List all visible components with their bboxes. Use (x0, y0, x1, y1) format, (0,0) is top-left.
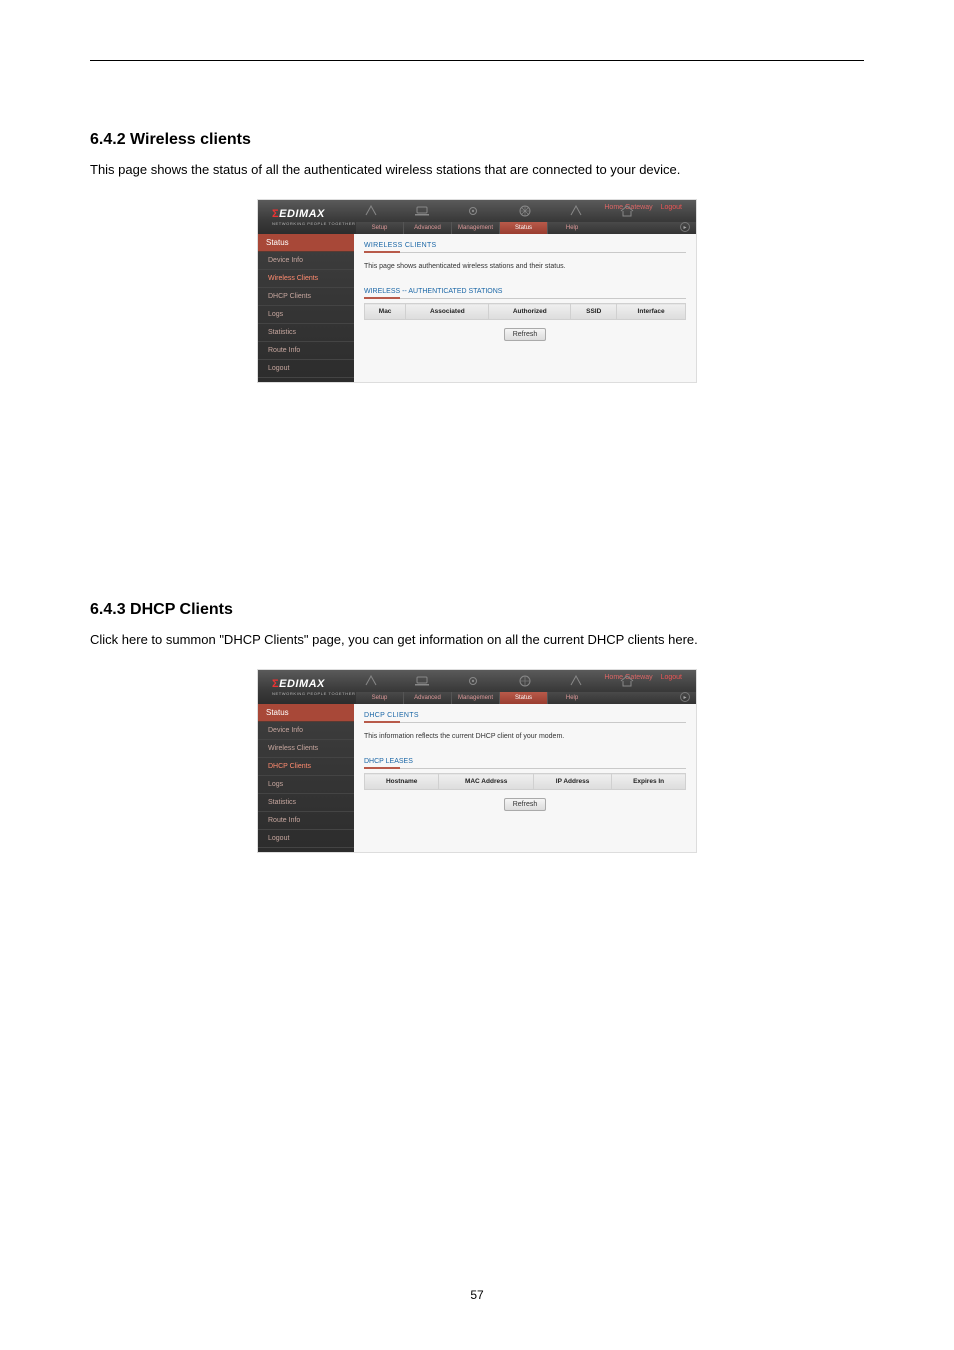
dhcp-table: Hostname MAC Address IP Address Expires … (364, 773, 686, 790)
router-header: ΣEDIMAX NETWORKING PEOPLE TOGETHER Home … (258, 200, 696, 234)
sidebar-item-logs[interactable]: Logs (258, 306, 354, 324)
router-pane-dhcp: ΣEDIMAX NETWORKING PEOPLE TOGETHER Home … (257, 669, 697, 853)
header-rule (90, 60, 864, 61)
antenna-icon (356, 674, 385, 688)
tab-help[interactable]: Help (548, 222, 596, 234)
laptop-icon (407, 204, 436, 218)
logout-link[interactable]: Logout (661, 674, 682, 681)
header-icons (356, 202, 642, 220)
sidebar-item-statistics[interactable]: Statistics (258, 324, 354, 342)
tab-setup[interactable]: Setup (356, 222, 404, 234)
col-associated: Associated (406, 304, 489, 320)
top-tabs: Setup Advanced Management Status Help (356, 692, 696, 704)
sidebar-item-route-info[interactable]: Route Info (258, 812, 354, 830)
tab-setup[interactable]: Setup (356, 692, 404, 704)
tab-advanced[interactable]: Advanced (404, 692, 452, 704)
logout-link[interactable]: Logout (661, 204, 682, 211)
section-title-wireless: 6.4.2 Wireless clients (90, 131, 864, 149)
col-expires: Expires In (612, 774, 686, 790)
globe-icon (510, 204, 539, 218)
sidebar-item-logout[interactable]: Logout (258, 830, 354, 848)
section-title-dhcp: 6.4.3 DHCP Clients (90, 601, 864, 619)
content-area: DHCP CLIENTS This information reflects t… (354, 704, 696, 852)
tab-status[interactable]: Status (500, 222, 548, 234)
house-icon (613, 204, 642, 218)
house-icon (613, 674, 642, 688)
tab-advanced[interactable]: Advanced (404, 222, 452, 234)
section-desc-dhcp: Click here to summon "DHCP Clients" page… (90, 631, 864, 649)
panel-subtitle: WIRELESS -- AUTHENTICATED STATIONS (364, 288, 686, 299)
tab-management[interactable]: Management (452, 222, 500, 234)
sidebar-heading: Status (258, 234, 354, 252)
antenna-icon (356, 204, 385, 218)
laptop-icon (407, 674, 436, 688)
refresh-button[interactable]: Refresh (504, 798, 547, 811)
sidebar-item-device-info[interactable]: Device Info (258, 252, 354, 270)
sidebar-item-logs[interactable]: Logs (258, 776, 354, 794)
antenna2-icon (561, 204, 590, 218)
sidebar-item-device-info[interactable]: Device Info (258, 722, 354, 740)
sidebar-item-route-info[interactable]: Route Info (258, 342, 354, 360)
panel-note: This page shows authenticated wireless s… (364, 263, 686, 270)
table-row: Mac Associated Authorized SSID Interface (365, 304, 686, 320)
col-hostname: Hostname (365, 774, 439, 790)
col-interface: Interface (617, 304, 686, 320)
col-authorized: Authorized (489, 304, 571, 320)
wireless-table: Mac Associated Authorized SSID Interface (364, 303, 686, 320)
sidebar-item-dhcp-clients[interactable]: DHCP Clients (258, 758, 354, 776)
content-area: WIRELESS CLIENTS This page shows authent… (354, 234, 696, 382)
tab-management[interactable]: Management (452, 692, 500, 704)
router-header: ΣEDIMAX NETWORKING PEOPLE TOGETHER Home … (258, 670, 696, 704)
brand-logo: ΣEDIMAX (272, 208, 325, 220)
panel-subtitle: DHCP LEASES (364, 758, 686, 769)
section-desc-wireless: This page shows the status of all the au… (90, 161, 864, 179)
sidebar: Status Device Info Wireless Clients DHCP… (258, 234, 354, 382)
router-pane-wireless: ΣEDIMAX NETWORKING PEOPLE TOGETHER Home … (257, 199, 697, 383)
col-mac: Mac (365, 304, 406, 320)
antenna2-icon (561, 674, 590, 688)
col-ssid: SSID (571, 304, 617, 320)
gear-icon (459, 204, 488, 218)
panel-title: DHCP CLIENTS (364, 712, 686, 723)
sidebar: Status Device Info Wireless Clients DHCP… (258, 704, 354, 852)
brand-logo: ΣEDIMAX (272, 678, 325, 690)
gear-icon (459, 674, 488, 688)
page-number: 57 (0, 1288, 954, 1302)
panel-note: This information reflects the current DH… (364, 733, 686, 740)
col-ip: IP Address (533, 774, 611, 790)
sidebar-item-logout[interactable]: Logout (258, 360, 354, 378)
sidebar-item-wireless-clients[interactable]: Wireless Clients (258, 740, 354, 758)
sidebar-item-dhcp-clients[interactable]: DHCP Clients (258, 288, 354, 306)
header-icons (356, 672, 642, 690)
sidebar-item-statistics[interactable]: Statistics (258, 794, 354, 812)
brand-tagline: NETWORKING PEOPLE TOGETHER (272, 221, 355, 226)
tab-help[interactable]: Help (548, 692, 596, 704)
top-tabs: Setup Advanced Management Status Help (356, 222, 696, 234)
tab-status[interactable]: Status (500, 692, 548, 704)
col-mac: MAC Address (439, 774, 534, 790)
table-row: Hostname MAC Address IP Address Expires … (365, 774, 686, 790)
sidebar-heading: Status (258, 704, 354, 722)
panel-title: WIRELESS CLIENTS (364, 242, 686, 253)
globe-icon (510, 674, 539, 688)
refresh-button[interactable]: Refresh (504, 328, 547, 341)
brand-tagline: NETWORKING PEOPLE TOGETHER (272, 691, 355, 696)
sidebar-item-wireless-clients[interactable]: Wireless Clients (258, 270, 354, 288)
